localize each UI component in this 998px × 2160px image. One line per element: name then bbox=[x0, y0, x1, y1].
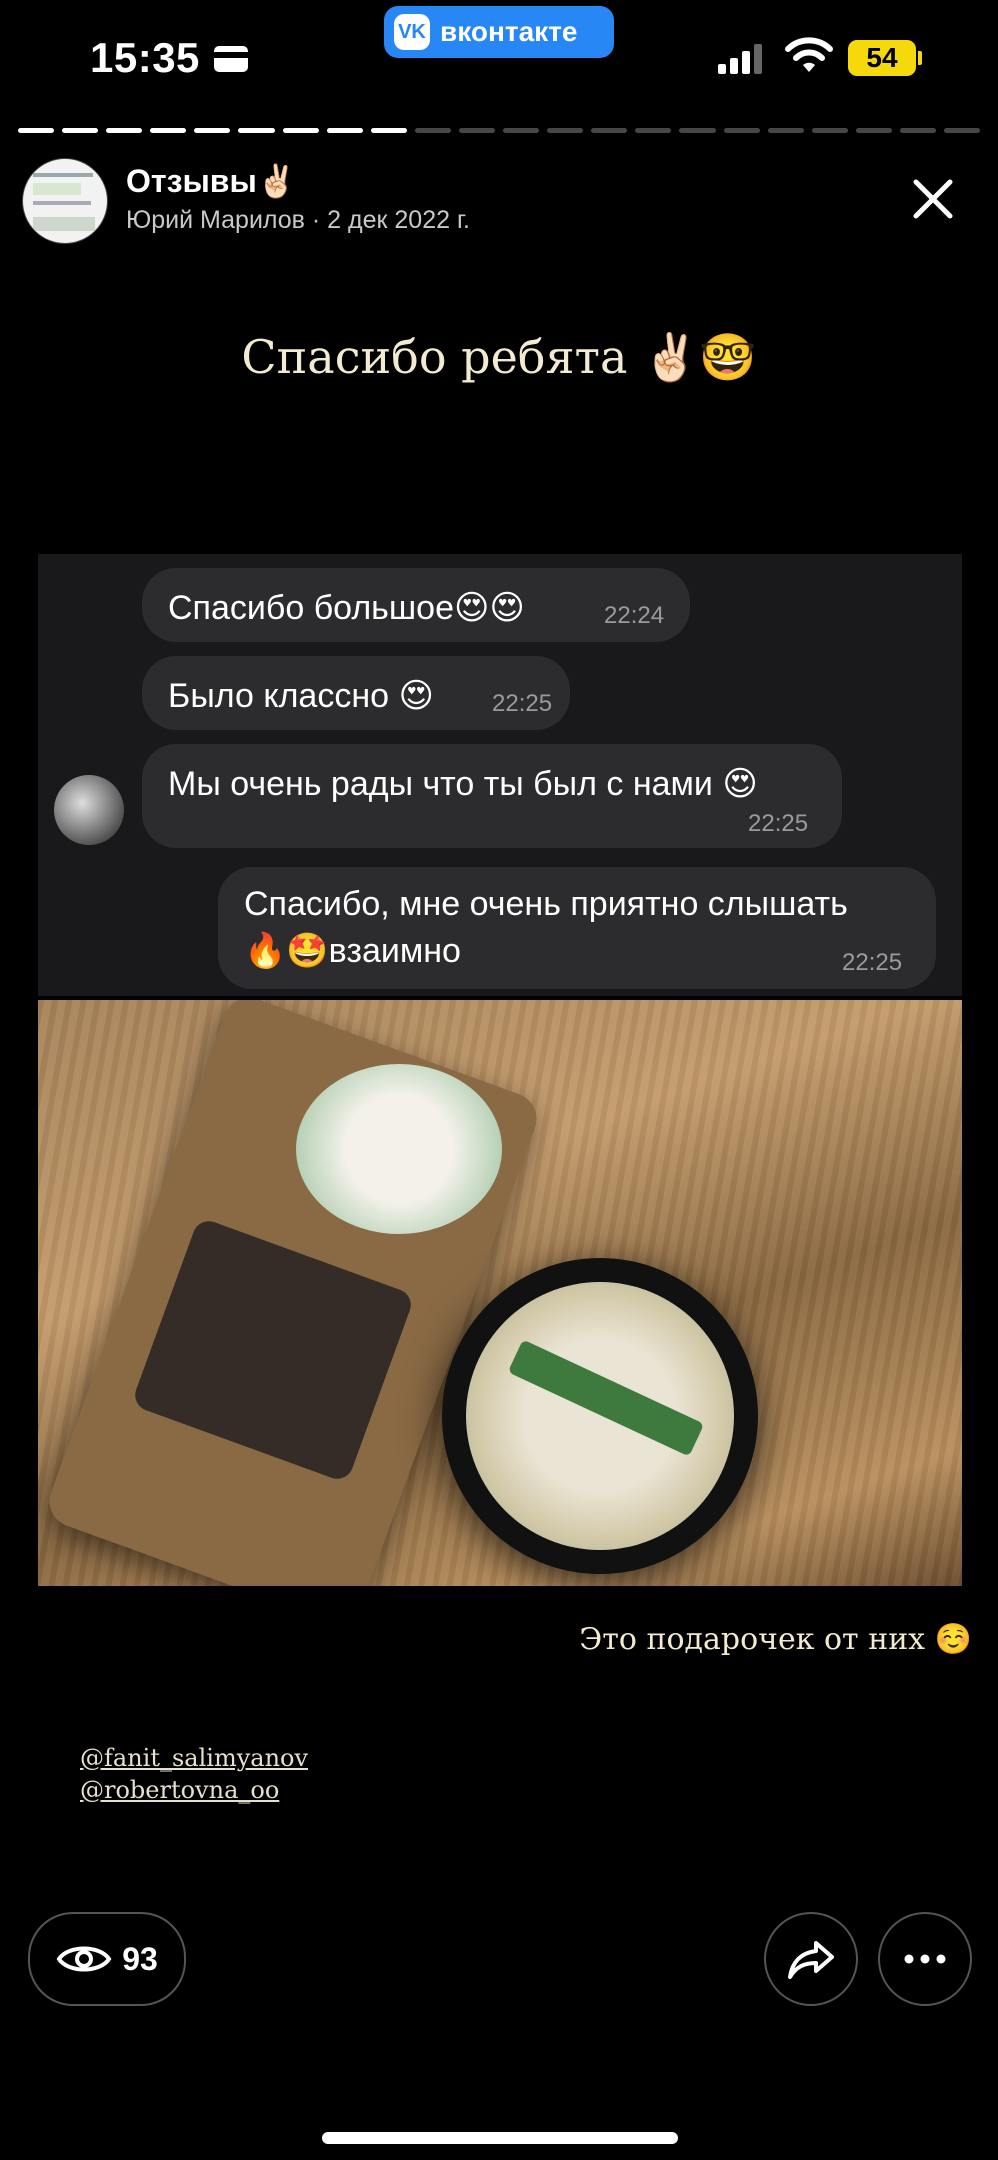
share-button[interactable] bbox=[764, 1912, 858, 2006]
share-arrow-icon bbox=[788, 1941, 834, 1979]
progress-segment bbox=[326, 128, 363, 133]
more-options-button[interactable] bbox=[878, 1912, 972, 2006]
progress-segment bbox=[899, 128, 936, 133]
product-photo bbox=[38, 1000, 962, 1586]
chat-message: Мы очень рады что ты был с нами 😍 22:25 bbox=[142, 744, 842, 848]
channel-avatar[interactable] bbox=[22, 158, 108, 244]
progress-segment bbox=[635, 128, 672, 133]
progress-segment bbox=[18, 128, 55, 133]
bag-label-image bbox=[296, 1064, 502, 1234]
progress-segment bbox=[679, 128, 716, 133]
progress-segment bbox=[767, 128, 804, 133]
story-caption: Это подарочек от них ☺️ bbox=[579, 1622, 972, 1657]
home-indicator[interactable] bbox=[322, 2132, 678, 2144]
progress-segment bbox=[194, 128, 231, 133]
views-count: 93 bbox=[122, 1940, 158, 1977]
wifi-icon bbox=[785, 37, 833, 72]
progress-segment bbox=[855, 128, 892, 133]
mention-link[interactable]: @fanit_salimyanov bbox=[80, 1744, 308, 1772]
app-badge[interactable]: VK вконтакте bbox=[384, 6, 614, 58]
progress-segment bbox=[238, 128, 275, 133]
progress-segment bbox=[282, 128, 319, 133]
vk-logo-icon: VK bbox=[394, 14, 430, 50]
mention-link[interactable]: @robertovna_oo bbox=[80, 1776, 279, 1804]
progress-segment bbox=[414, 128, 451, 133]
close-icon[interactable] bbox=[906, 172, 960, 226]
sender-avatar bbox=[54, 775, 124, 845]
chat-message-outgoing: Спасибо, мне очень приятно слышать 🔥🤩вза… bbox=[218, 867, 936, 989]
progress-segment bbox=[811, 128, 848, 133]
app-badge-label: вконтакте bbox=[440, 16, 578, 47]
progress-segment bbox=[943, 128, 981, 133]
chat-message: Было классно 😍 22:25 bbox=[142, 656, 570, 730]
story-author-date: Юрий Марилов · 2 дек 2022 г. bbox=[126, 206, 470, 234]
more-dots-icon bbox=[904, 1954, 946, 1964]
eye-icon bbox=[56, 1946, 112, 1972]
progress-segment bbox=[547, 128, 584, 133]
battery-level: 54 bbox=[848, 40, 916, 76]
wallet-card-icon bbox=[214, 46, 248, 72]
story-progress-bar bbox=[18, 128, 981, 134]
status-bar: 15:35 VK вконтакте 54 bbox=[0, 0, 998, 120]
progress-segment bbox=[723, 128, 760, 133]
views-button[interactable]: 93 bbox=[28, 1912, 186, 2006]
chat-screenshot: Спасибо большое😍😍 22:24 Было классно 😍 2… bbox=[38, 554, 962, 996]
story-heading-text: Спасибо ребята ✌🏻🤓 bbox=[241, 330, 757, 384]
battery-tip-icon bbox=[918, 51, 922, 65]
progress-segment bbox=[370, 128, 407, 133]
story-viewer: 15:35 VK вконтакте 54 Отзывы✌🏻 Юрий Мари… bbox=[0, 0, 998, 2160]
jar-label-image bbox=[466, 1282, 734, 1550]
cellular-signal-icon bbox=[718, 44, 762, 74]
progress-segment bbox=[591, 128, 628, 133]
progress-segment bbox=[62, 128, 99, 133]
progress-segment bbox=[150, 128, 187, 133]
progress-segment bbox=[106, 128, 143, 133]
story-title[interactable]: Отзывы✌🏻 bbox=[126, 162, 297, 200]
chat-message: Спасибо большое😍😍 22:24 bbox=[142, 568, 690, 642]
progress-segment bbox=[503, 128, 540, 133]
status-time: 15:35 bbox=[90, 34, 200, 81]
progress-segment bbox=[458, 128, 496, 133]
